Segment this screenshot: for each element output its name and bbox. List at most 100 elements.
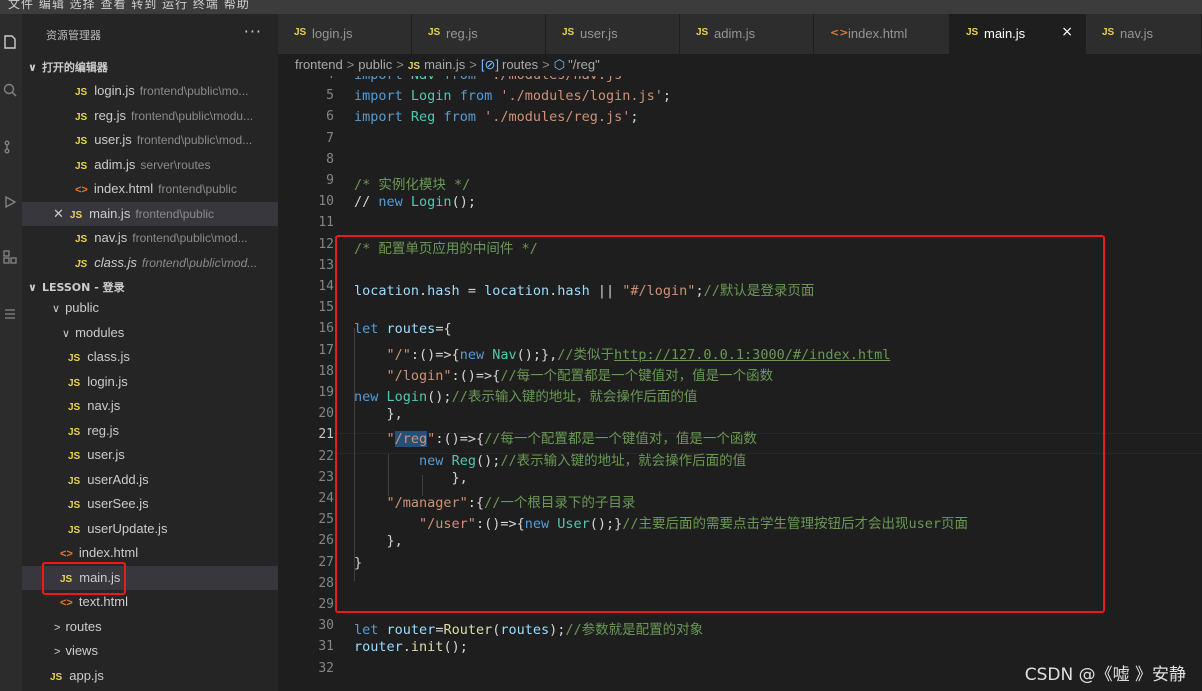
line-number: 25 [318, 512, 334, 528]
line-number: 21 [318, 427, 334, 443]
code-line[interactable]: /* 实例化模块 */ [354, 173, 470, 193]
open-editor-item[interactable]: JS nav.js frontend\public\mod... [22, 226, 278, 251]
breadcrumb: frontend > public > JS main.js > [⊘] routes > ⬡ "/r… [278, 54, 1202, 76]
highlight-box-routes [335, 235, 1105, 613]
code-line[interactable]: // new Login(); [354, 194, 476, 210]
html-file-icon: <> [60, 548, 73, 560]
js-file-icon: JS [696, 27, 709, 38]
variable-symbol-icon: [⊘] [480, 57, 499, 72]
js-file-icon: JS [75, 87, 88, 98]
close-tab-icon[interactable]: × [1061, 24, 1073, 40]
remote-icon[interactable] [2, 306, 18, 322]
code-line[interactable]: import Login from './modules/login.js'; [354, 88, 671, 104]
line-number: 23 [318, 469, 334, 485]
folder-modules[interactable]: ∨ modules [22, 321, 278, 346]
file-path: frontend\public\mod... [132, 231, 248, 245]
js-file-icon: JS [68, 451, 81, 462]
code-line[interactable]: let router=Router(routes);//参数就是配置的对象 [354, 618, 703, 638]
property-symbol-icon: ⬡ [553, 57, 566, 72]
tab-label: user.js [580, 26, 618, 41]
open-editor-item[interactable]: JS login.js frontend\public\mo... [22, 79, 278, 104]
tree-file[interactable]: JS userAdd.js [22, 468, 278, 493]
line-number: 18 [318, 363, 334, 379]
code-line[interactable]: router.init(); [354, 639, 468, 655]
tab-adim-js[interactable]: JS adim.js [680, 14, 814, 54]
folder-views[interactable]: > views [22, 639, 278, 664]
code-line[interactable]: import Reg from './modules/reg.js'; [354, 109, 639, 125]
breadcrumb-item[interactable]: routes [502, 57, 538, 72]
tab-nav-js[interactable]: JS nav.js [1086, 14, 1202, 54]
code-line[interactable]: import Nav from './modules/nav.js' [354, 76, 630, 83]
tree-file[interactable]: JS nav.js [22, 394, 278, 419]
js-file-icon: JS [68, 524, 81, 536]
folder-routes[interactable]: > routes [22, 615, 278, 640]
file-name: main.js [89, 205, 131, 221]
line-number: 30 [318, 618, 334, 634]
file-name: user.js [94, 132, 132, 147]
open-editor-item[interactable]: JS user.js frontend\public\mod... [22, 128, 278, 153]
extensions-icon[interactable] [2, 249, 18, 265]
breadcrumb-item[interactable]: frontend [295, 57, 343, 72]
js-file-icon: JS [75, 111, 88, 123]
line-number: 19 [318, 385, 334, 400]
file-name: reg.js [94, 107, 127, 123]
js-file-icon: JS [69, 209, 83, 221]
file-name: adim.js [94, 156, 136, 172]
tree-file[interactable]: JS userUpdate.js [22, 517, 278, 542]
open-editor-item-active[interactable]: ✕ JS main.js frontend\public [22, 201, 278, 226]
open-editor-item[interactable]: JS reg.js frontend\public\modu... [22, 104, 278, 129]
file-path: frontend\public\modu... [131, 108, 254, 123]
breadcrumb-item[interactable]: public [358, 57, 392, 72]
js-file-icon: JS [68, 377, 81, 389]
js-file-icon: JS [1102, 27, 1115, 38]
source-control-icon[interactable] [2, 139, 18, 155]
breadcrumb-item[interactable]: main.js [424, 57, 465, 72]
file-name: index.html [78, 545, 139, 560]
tree-file[interactable]: JS user.js [22, 443, 278, 468]
explorer-icon[interactable] [2, 34, 18, 50]
tab-user-js[interactable]: JS user.js [546, 14, 680, 54]
js-file-icon: JS [407, 61, 421, 72]
search-icon[interactable] [2, 82, 18, 98]
folder-public[interactable]: ∨ public [22, 296, 278, 321]
js-file-icon: JS [68, 500, 81, 511]
tree-file[interactable]: JS login.js [22, 370, 278, 395]
tab-login-js[interactable]: JS login.js [278, 14, 412, 54]
line-number: 28 [318, 575, 334, 591]
folder-name: public [65, 300, 100, 315]
html-file-icon: <> [60, 597, 73, 609]
tab-index-html[interactable]: <> index.html [814, 14, 950, 54]
js-file-icon: JS [75, 258, 88, 270]
chevron-right-icon: > [54, 646, 61, 658]
tree-file[interactable]: JS reg.js [22, 419, 278, 444]
html-file-icon: <> [75, 184, 88, 196]
tab-label: main.js [984, 26, 1026, 41]
chevron-down-icon: ∨ [62, 327, 71, 340]
tree-file[interactable]: JS class.js [22, 345, 278, 370]
tree-file[interactable]: JS app.js [22, 664, 278, 689]
line-number: 32 [318, 660, 334, 676]
highlight-box-main-js [42, 562, 126, 595]
file-path: frontend\public\mod... [136, 133, 253, 147]
chevron-right-icon: > [542, 57, 550, 72]
line-number: 7 [326, 130, 334, 146]
open-editor-item[interactable]: JS class.js frontend\public\mod... [22, 251, 278, 276]
open-editor-item[interactable]: <> index.html frontend\public [22, 177, 278, 202]
js-file-icon: JS [68, 402, 81, 413]
line-number: 15 [318, 300, 334, 316]
tab-main-js[interactable]: JS main.js × [950, 14, 1086, 54]
open-editor-item[interactable]: JS adim.js server\routes [22, 153, 278, 178]
chevron-right-icon: > [469, 57, 477, 72]
run-debug-icon[interactable] [2, 194, 18, 210]
close-icon[interactable]: ✕ [53, 206, 64, 222]
line-number: 27 [318, 554, 334, 570]
tree-file[interactable]: JS userSee.js [22, 492, 278, 517]
tab-reg-js[interactable]: JS reg.js [412, 14, 546, 54]
chevron-right-icon: > [396, 57, 404, 72]
js-file-icon: JS [68, 353, 81, 364]
tab-label: adim.js [714, 26, 756, 41]
more-actions-icon[interactable]: ··· [244, 22, 262, 41]
line-number: 11 [318, 215, 334, 231]
open-editors-section[interactable]: ∨ 打开的编辑器 [22, 55, 278, 80]
breadcrumb-item[interactable]: "/reg" [568, 57, 600, 72]
